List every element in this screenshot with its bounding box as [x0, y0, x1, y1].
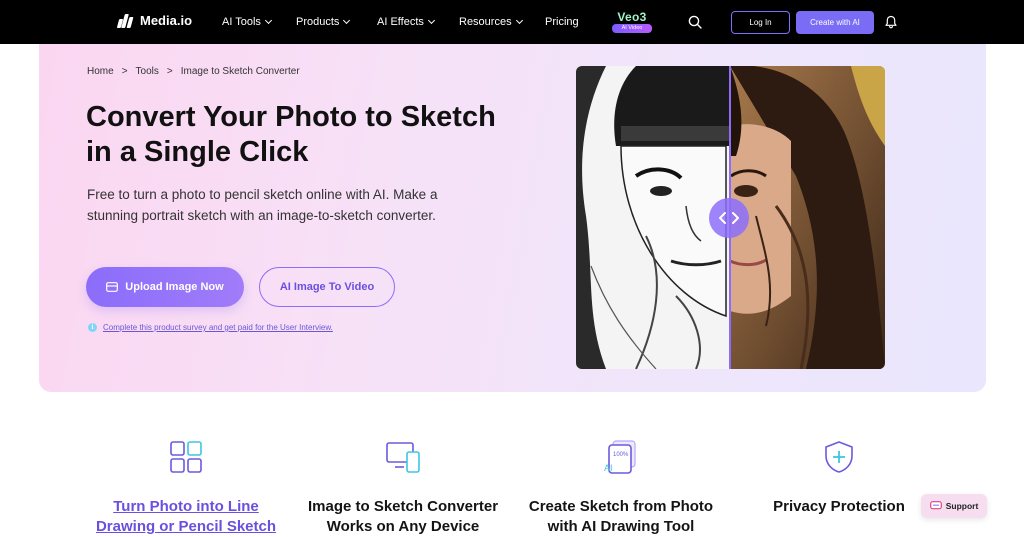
breadcrumb-home[interactable]: Home	[87, 66, 114, 77]
comparison-slider-handle[interactable]	[709, 198, 749, 238]
chevron-down-icon	[264, 16, 272, 25]
chevron-down-icon	[343, 16, 351, 25]
ai-image-to-video-button[interactable]: AI Image To Video	[259, 267, 395, 307]
code-arrows-icon	[719, 212, 739, 224]
ai-document-icon: 100% AI	[604, 440, 636, 474]
survey-link[interactable]: Complete this product survey and get pai…	[103, 323, 333, 332]
svg-text:100%: 100%	[613, 452, 629, 458]
veo3-subtitle: AI Video	[612, 24, 652, 33]
nav-item-resources[interactable]: Resources	[459, 16, 523, 28]
breadcrumb-tools[interactable]: Tools	[136, 66, 159, 77]
feature-privacy: Privacy Protection	[739, 440, 939, 517]
bell-icon[interactable]	[884, 15, 898, 29]
devices-icon	[386, 442, 420, 473]
support-label: Support	[945, 501, 979, 511]
page-description: Free to turn a photo to pencil sketch on…	[87, 187, 438, 223]
feature-title-link[interactable]: Turn Photo into Line Drawing or Pencil S…	[86, 497, 286, 537]
brand-logo[interactable]: Media.io	[116, 13, 193, 28]
support-button[interactable]: Support	[921, 494, 987, 518]
chat-icon	[929, 501, 942, 510]
chevron-down-icon	[427, 16, 435, 25]
brand-name: Media.io	[140, 13, 193, 28]
nav-item-label: Pricing	[545, 16, 579, 28]
upload-image-button[interactable]: Upload Image Now	[86, 267, 244, 307]
upload-button-label: Upload Image Now	[125, 281, 224, 293]
media-io-logo-icon	[116, 13, 134, 28]
search-icon[interactable]	[688, 15, 702, 29]
feature-title: Create Sketch from Photo with AI Drawing…	[528, 498, 714, 535]
feature-ai-drawing: 100% AI Create Sketch from Photo with AI…	[521, 440, 721, 537]
image-upload-icon	[106, 282, 119, 292]
nav-item-label: AI Effects	[377, 16, 424, 28]
veo3-title: Veo3	[617, 10, 647, 24]
feature-any-device: Image to Sketch Converter Works on Any D…	[303, 440, 503, 537]
survey-notice: i Complete this product survey and get p…	[88, 323, 333, 332]
nav-item-label: Products	[296, 16, 340, 28]
chevron-down-icon	[515, 16, 523, 25]
svg-text:AI: AI	[604, 463, 613, 473]
breadcrumb: Home > Tools > Image to Sketch Converter	[87, 66, 300, 77]
grid-icon	[170, 441, 202, 473]
shield-plus-icon	[825, 441, 853, 473]
top-navbar: Media.io AI Tools Products AI Effects Re…	[0, 0, 1024, 44]
nav-item-ai-effects[interactable]: AI Effects	[377, 16, 435, 28]
nav-item-ai-tools[interactable]: AI Tools	[222, 16, 272, 28]
login-button[interactable]: Log In	[731, 11, 790, 34]
veo3-promo-badge[interactable]: Veo3 AI Video	[612, 11, 652, 33]
info-icon: i	[88, 323, 97, 332]
breadcrumb-separator: >	[166, 66, 173, 77]
feature-title: Privacy Protection	[773, 498, 905, 515]
nav-item-label: AI Tools	[222, 16, 261, 28]
feature-line-drawing: Turn Photo into Line Drawing or Pencil S…	[86, 440, 286, 537]
breadcrumb-separator: >	[121, 66, 128, 77]
create-with-ai-button[interactable]: Create with AI	[796, 11, 874, 34]
breadcrumb-current: Image to Sketch Converter	[180, 66, 300, 77]
nav-item-label: Resources	[459, 16, 512, 28]
feature-title: Image to Sketch Converter Works on Any D…	[307, 498, 499, 535]
nav-item-pricing[interactable]: Pricing	[545, 16, 579, 28]
page-title: Convert Your Photo to Sketch in a Single…	[86, 101, 496, 168]
nav-item-products[interactable]: Products	[296, 16, 351, 28]
